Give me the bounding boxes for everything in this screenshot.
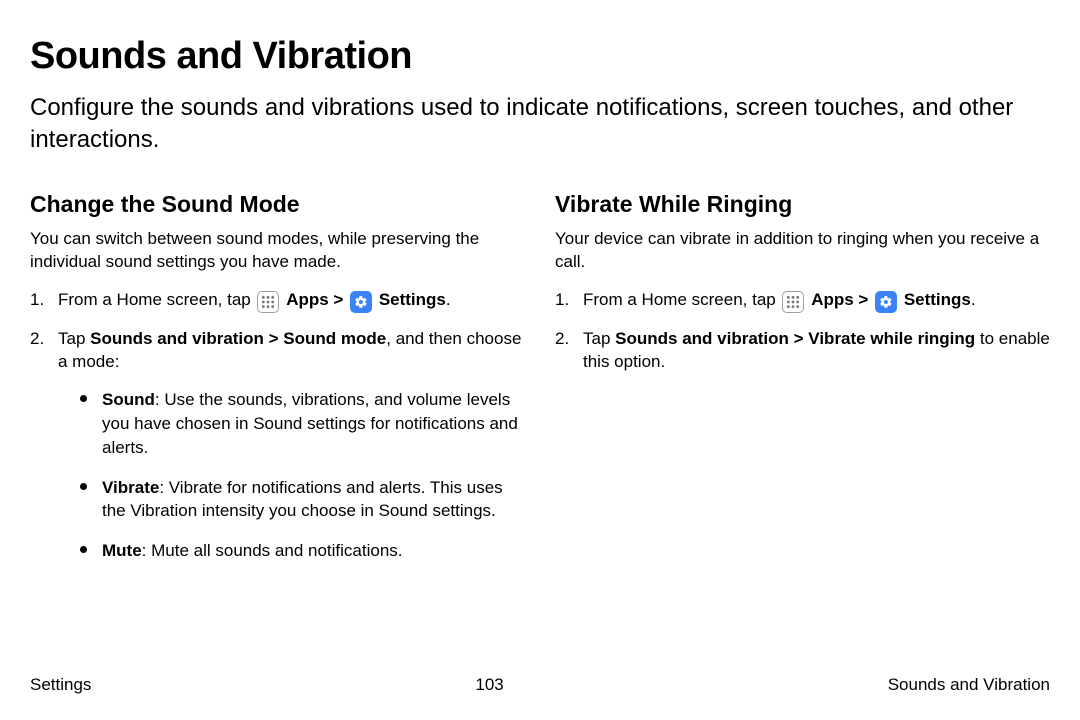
left-column: Change the Sound Mode You can switch bet… bbox=[30, 191, 525, 579]
step-bold: Sounds and vibration > Sound mode bbox=[90, 329, 386, 348]
period: . bbox=[971, 290, 976, 309]
section-heading-sound-mode: Change the Sound Mode bbox=[30, 191, 525, 218]
right-column: Vibrate While Ringing Your device can vi… bbox=[555, 191, 1050, 579]
apps-label: Apps bbox=[811, 290, 854, 309]
settings-label: Settings bbox=[904, 290, 971, 309]
section-heading-vibrate-ringing: Vibrate While Ringing bbox=[555, 191, 1050, 218]
step-text: From a Home screen, tap bbox=[58, 290, 255, 309]
step-item: From a Home screen, tap Apps > Settings. bbox=[555, 288, 1050, 313]
page-footer: Settings 103 Sounds and Vibration bbox=[30, 675, 1050, 695]
list-item: Sound: Use the sounds, vibrations, and v… bbox=[80, 388, 525, 459]
steps-list: From a Home screen, tap Apps > Settings.… bbox=[555, 288, 1050, 375]
footer-right: Sounds and Vibration bbox=[888, 675, 1050, 695]
option-name: Vibrate bbox=[102, 478, 159, 497]
steps-list: From a Home screen, tap Apps > Settings.… bbox=[30, 288, 525, 563]
list-item: Vibrate: Vibrate for notifications and a… bbox=[80, 476, 525, 524]
settings-label: Settings bbox=[379, 290, 446, 309]
list-item: Mute: Mute all sounds and notifications. bbox=[80, 539, 525, 563]
apps-icon bbox=[782, 291, 804, 313]
step-bold: Sounds and vibration > Vibrate while rin… bbox=[615, 329, 975, 348]
footer-page-number: 103 bbox=[475, 675, 503, 695]
apps-label: Apps bbox=[286, 290, 329, 309]
option-name: Sound bbox=[102, 390, 155, 409]
section-intro: Your device can vibrate in addition to r… bbox=[555, 228, 1050, 274]
step-item: From a Home screen, tap Apps > Settings. bbox=[30, 288, 525, 313]
step-text: Tap bbox=[583, 329, 615, 348]
step-text: Tap bbox=[58, 329, 90, 348]
settings-icon bbox=[350, 291, 372, 313]
page-subtitle: Configure the sounds and vibrations used… bbox=[30, 92, 1050, 157]
page-title: Sounds and Vibration bbox=[30, 35, 1050, 78]
content-columns: Change the Sound Mode You can switch bet… bbox=[30, 191, 1050, 579]
section-intro: You can switch between sound modes, whil… bbox=[30, 228, 525, 274]
step-item: Tap Sounds and vibration > Sound mode, a… bbox=[30, 327, 525, 563]
step-item: Tap Sounds and vibration > Vibrate while… bbox=[555, 327, 1050, 375]
settings-icon bbox=[875, 291, 897, 313]
option-name: Mute bbox=[102, 541, 142, 560]
option-desc: : Use the sounds, vibrations, and volume… bbox=[102, 390, 518, 457]
option-desc: : Mute all sounds and notifications. bbox=[142, 541, 403, 560]
period: . bbox=[446, 290, 451, 309]
separator: > bbox=[329, 290, 348, 309]
step-text: From a Home screen, tap bbox=[583, 290, 780, 309]
options-list: Sound: Use the sounds, vibrations, and v… bbox=[58, 388, 525, 563]
separator: > bbox=[854, 290, 873, 309]
footer-left: Settings bbox=[30, 675, 91, 695]
apps-icon bbox=[257, 291, 279, 313]
option-desc: : Vibrate for notifications and alerts. … bbox=[102, 478, 503, 521]
